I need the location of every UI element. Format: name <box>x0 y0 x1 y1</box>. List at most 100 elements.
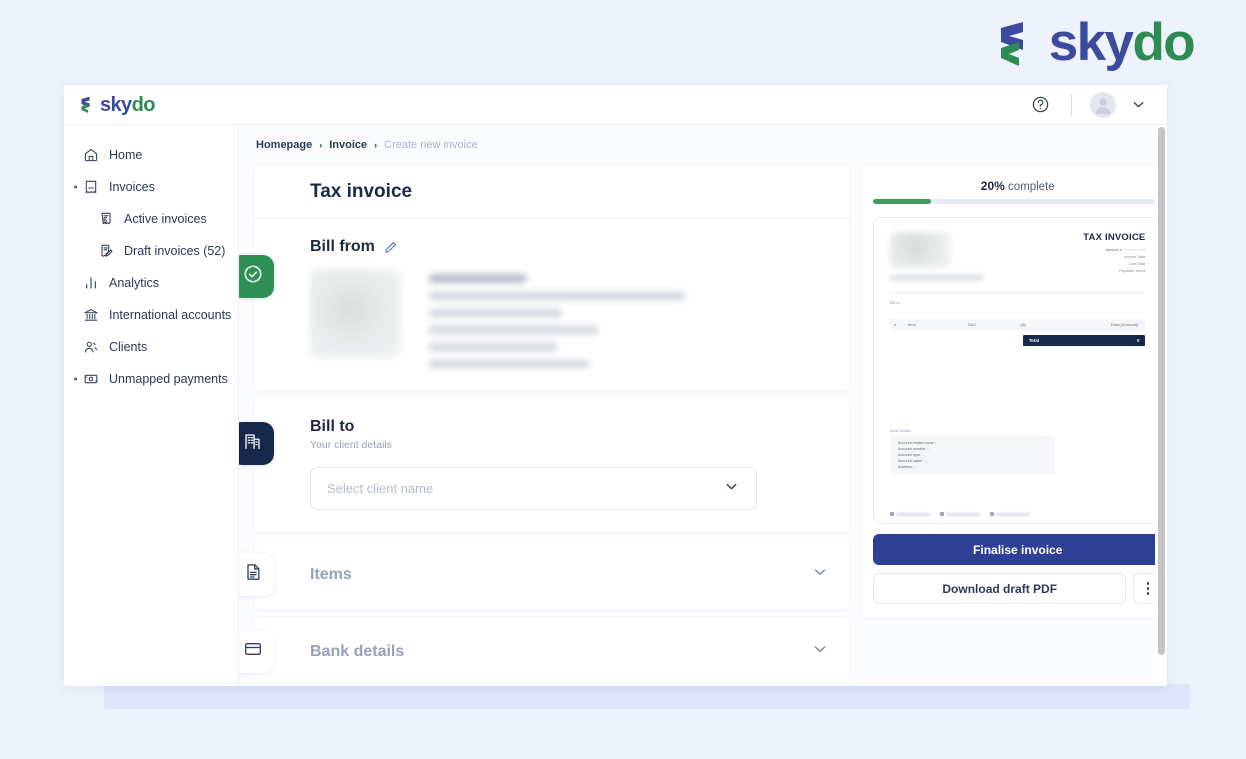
progress-bar-fill <box>873 199 931 204</box>
preview-col-sac: SAC <box>968 322 977 327</box>
invoice-preview-column: 20% complete TAX INVOICE Invoice # Draft… <box>861 165 1167 617</box>
chevron-right-icon: › <box>374 140 378 150</box>
invoice-preview-card: 20% complete TAX INVOICE Invoice # Draft… <box>861 165 1167 617</box>
redacted-line <box>429 326 598 334</box>
pencil-edit-icon[interactable] <box>383 240 398 255</box>
chevron-down-icon[interactable] <box>1130 96 1147 113</box>
preview-bank-section: Bank details Account holder name : Accou… <box>890 429 1145 474</box>
bill-from-header: Bill from <box>310 238 849 256</box>
company-details-redacted <box>429 269 685 368</box>
preview-meta-line: Invoice Date <box>1123 255 1146 259</box>
preview-col-rate: Rate() <box>1110 322 1122 327</box>
sidebar: Home Invoices $ Active invoices Draft in… <box>64 125 239 686</box>
email-icon <box>940 512 980 516</box>
sidebar-item-draft-invoices[interactable]: Draft invoices (52) <box>64 235 238 267</box>
preview-bank-field: Address : - <box>898 465 917 469</box>
preview-meta-value: Draft invoice <box>1123 248 1146 252</box>
preview-meta-label: Invoice # <box>1105 248 1123 252</box>
sidebar-item-international-accounts[interactable]: International accounts <box>64 299 238 331</box>
redacted-line <box>429 274 526 283</box>
preview-bank-field: Account number : - <box>898 447 931 451</box>
preview-company-name-redacted <box>890 275 983 280</box>
credit-card-icon <box>243 639 263 664</box>
draft-invoice-icon <box>97 243 114 260</box>
expand-dot-icon <box>74 377 77 381</box>
app-brand-logo[interactable]: skydo <box>80 95 155 115</box>
progress-bar <box>873 199 1163 204</box>
sidebar-item-analytics[interactable]: Analytics <box>64 267 238 299</box>
main-content: Homepage › Invoice › Create new invoice … <box>239 125 1167 686</box>
chevron-down-icon[interactable] <box>811 640 829 663</box>
preview-meta: Invoice # Draft invoice Invoice Date Due… <box>1083 248 1146 273</box>
breadcrumb: Homepage › Invoice › Create new invoice <box>254 139 1145 151</box>
check-circle-icon <box>242 263 264 290</box>
sidebar-item-active-invoices[interactable]: $ Active invoices <box>64 203 238 235</box>
sidebar-item-label: Home <box>109 148 143 162</box>
more-options-icon <box>1146 581 1150 596</box>
page-title: Tax invoice <box>310 181 413 202</box>
question-circle-icon[interactable] <box>1027 92 1053 118</box>
bill-to-subtitle: Your client details <box>310 439 392 451</box>
sidebar-item-label: Active invoices <box>124 212 207 226</box>
chevron-down-icon <box>723 478 740 500</box>
bank-details-card[interactable]: Bank details <box>239 617 849 686</box>
preview-bank-field: Account holder name : <box>898 441 936 445</box>
items-card[interactable]: Items <box>239 540 849 609</box>
sidebar-item-label: Invoices <box>109 180 155 194</box>
invoice-form-column: Tax invoice Bill from Bill to Your clien… <box>239 165 849 686</box>
bank-details-section-toggle[interactable]: Bank details <box>254 617 849 686</box>
redacted-line <box>429 343 557 351</box>
active-invoice-icon: $ <box>97 211 114 228</box>
scrollbar-thumb[interactable] <box>1158 127 1165 655</box>
preview-bank-field: Account type : - <box>898 453 925 457</box>
invoice-document-preview[interactable]: TAX INVOICE Invoice # Draft invoice Invo… <box>873 217 1163 524</box>
window-shadow-band <box>104 684 1190 709</box>
header-divider <box>1071 93 1072 116</box>
bill-to-card: Bill to Your client details Select clien… <box>239 398 849 532</box>
preview-bill-to-label: Bill to <box>890 300 900 305</box>
building-icon <box>242 431 263 457</box>
items-section-toggle[interactable]: Items <box>254 540 849 609</box>
chevron-down-icon[interactable] <box>811 563 829 586</box>
bank-details-title: Bank details <box>310 642 405 660</box>
bill-to-body: Bill to Your client details Select clien… <box>254 398 849 532</box>
preview-meta-line: Payment terms <box>1119 269 1146 273</box>
brand-word-sky: sky <box>1048 13 1134 72</box>
bill-from-card: Tax invoice Bill from <box>239 165 849 390</box>
avatar[interactable] <box>1090 91 1116 118</box>
breadcrumb-item-invoice[interactable]: Invoice <box>329 139 367 151</box>
analytics-bars-icon <box>82 275 99 292</box>
client-name-select[interactable]: Select client name <box>310 467 757 510</box>
sidebar-item-unmapped-payments[interactable]: Unmapped payments <box>64 363 238 395</box>
brand-word-do: do <box>1132 13 1195 72</box>
sidebar-item-invoices[interactable]: Invoices <box>64 171 238 203</box>
preview-title-block: TAX INVOICE Invoice # Draft invoice Invo… <box>1083 232 1145 273</box>
invoice-icon <box>82 179 99 196</box>
content-columns: Tax invoice Bill from Bill to Your clien… <box>239 165 1167 686</box>
preview-bank-box: Account holder name : Account number : -… <box>890 436 1055 474</box>
progress-complete-text: complete <box>1008 181 1055 193</box>
people-icon <box>82 339 99 356</box>
items-title: Items <box>310 565 352 583</box>
sidebar-item-label: Clients <box>109 340 148 354</box>
finalise-invoice-button[interactable]: Finalise invoice <box>873 534 1163 565</box>
preview-total-value: 0 <box>1137 338 1140 343</box>
vertical-scrollbar[interactable] <box>1155 125 1167 686</box>
items-step-badge <box>239 553 274 596</box>
client-name-placeholder: Select client name <box>327 481 434 496</box>
sidebar-item-clients[interactable]: Clients <box>64 331 238 363</box>
skydo-brand-logo-large: skydo <box>997 13 1196 72</box>
sidebar-item-label: Unmapped payments <box>109 372 228 386</box>
website-icon <box>990 512 1030 516</box>
sidebar-item-label: International accounts <box>109 308 232 322</box>
bill-to-step-badge <box>239 422 274 465</box>
download-draft-pdf-button[interactable]: Download draft PDF <box>873 573 1127 604</box>
sidebar-item-label: Draft invoices (52) <box>124 244 226 258</box>
document-lines-icon <box>243 562 263 587</box>
breadcrumb-item-homepage[interactable]: Homepage <box>256 139 312 151</box>
redacted-line <box>429 360 589 368</box>
preview-doc-title: TAX INVOICE <box>1083 232 1146 243</box>
sidebar-item-home[interactable]: Home <box>64 139 238 171</box>
preview-bank-label: Bank details <box>890 429 911 433</box>
preview-divider <box>890 292 1146 293</box>
